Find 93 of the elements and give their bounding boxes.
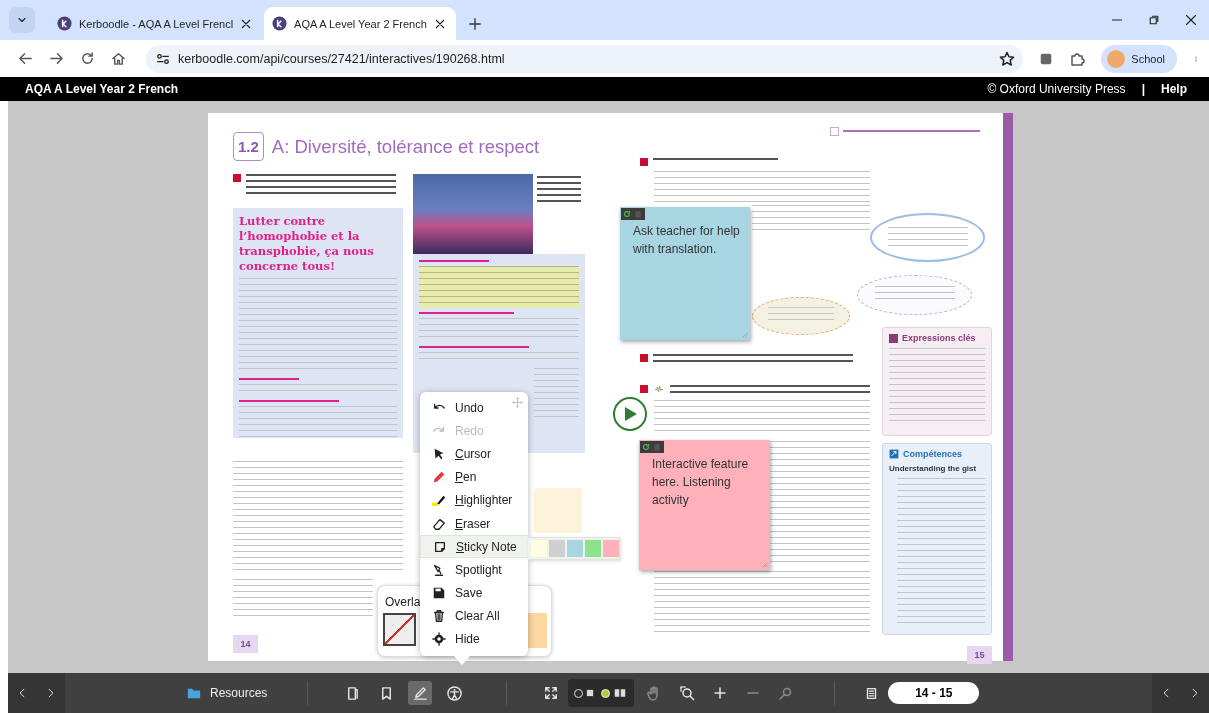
info-box bbox=[534, 488, 582, 533]
activity-marker bbox=[233, 174, 241, 182]
color-swatch[interactable] bbox=[549, 540, 565, 557]
separator-text: | bbox=[1141, 82, 1145, 96]
article-heading: Lutter contre l’homophobie et la transphobie, ça nous concerne tous! bbox=[239, 214, 375, 274]
note-icon bbox=[433, 539, 447, 554]
address-bar[interactable]: kerboodle.com/api/courses/27421/interactives/190268.html bbox=[146, 44, 1024, 73]
site-info-icon[interactable] bbox=[156, 51, 170, 66]
next-icon[interactable] bbox=[1190, 686, 1200, 700]
activity-marker bbox=[640, 158, 648, 166]
home-icon[interactable] bbox=[111, 51, 126, 66]
refresh-icon[interactable] bbox=[623, 210, 631, 218]
resources-button[interactable]: Resources bbox=[187, 686, 268, 700]
note-text: Interactive feature here. Listening activity bbox=[652, 457, 749, 507]
audio-wave-icon bbox=[653, 385, 665, 394]
color-swatch[interactable] bbox=[567, 540, 583, 557]
skills-icon bbox=[889, 449, 899, 459]
menu-item[interactable]: Save bbox=[420, 581, 528, 605]
overlay-swatch[interactable] bbox=[527, 613, 547, 648]
sticky-note[interactable]: Ask teacher for help with translation. bbox=[620, 207, 750, 340]
menu-item[interactable]: Eraser bbox=[420, 511, 528, 536]
gear-icon bbox=[432, 632, 446, 647]
restore-icon[interactable] bbox=[1148, 14, 1160, 26]
app-title: AQA A Level Year 2 French bbox=[25, 82, 179, 96]
section-number: 1.2 bbox=[233, 132, 264, 161]
page-range-field[interactable]: 14 - 15 bbox=[888, 682, 980, 704]
star-icon[interactable] bbox=[999, 50, 1016, 67]
menu-item[interactable]: Pen bbox=[420, 465, 528, 489]
color-swatch[interactable] bbox=[603, 540, 619, 557]
play-icon bbox=[622, 405, 638, 423]
menu-item[interactable]: Highlighter bbox=[420, 488, 528, 512]
menu-item[interactable]: Cursor bbox=[420, 442, 528, 466]
page-title: A: Diversité, tolérance et respect bbox=[271, 135, 540, 158]
panel-title: Overla bbox=[385, 595, 421, 609]
tab-title: Kerboodle - AQA A Level Frencl bbox=[79, 17, 234, 30]
activity-marker bbox=[640, 385, 648, 393]
fullscreen-icon[interactable] bbox=[544, 686, 559, 700]
avatar-icon bbox=[1107, 49, 1126, 68]
box-subheading: Understanding the gist bbox=[889, 464, 978, 473]
single-page-icon bbox=[585, 687, 596, 699]
box-heading: Expressions clés bbox=[902, 333, 976, 343]
save-icon bbox=[432, 586, 446, 601]
resize-grip-icon[interactable] bbox=[760, 560, 768, 568]
previous-icon[interactable] bbox=[1161, 686, 1171, 700]
close-icon[interactable] bbox=[433, 17, 446, 30]
pencil-icon bbox=[432, 470, 446, 485]
text-lines-drawing bbox=[239, 377, 299, 380]
menu-item[interactable]: Clear All bbox=[420, 604, 528, 628]
lamp-icon bbox=[432, 562, 446, 577]
highlighter-icon bbox=[432, 493, 446, 508]
plus-icon[interactable] bbox=[712, 685, 729, 701]
browser-tab[interactable]: AQA A Level Year 2 French bbox=[264, 7, 456, 40]
forward-icon[interactable] bbox=[49, 51, 64, 66]
site-favicon-icon bbox=[272, 16, 288, 31]
close-icon[interactable] bbox=[1185, 14, 1197, 26]
square-icon bbox=[889, 333, 898, 343]
reload-icon[interactable] bbox=[80, 51, 95, 66]
tab-title: AQA A Level Year 2 French bbox=[294, 17, 427, 30]
zoom-area-icon[interactable] bbox=[679, 685, 696, 701]
puzzle-icon[interactable] bbox=[1069, 50, 1086, 67]
box-heading: Compétences bbox=[903, 449, 963, 459]
back-icon[interactable] bbox=[18, 51, 33, 66]
site-favicon-icon bbox=[57, 16, 72, 31]
sticky-note[interactable]: Interactive feature here. Listening activity bbox=[639, 440, 770, 570]
resize-grip-icon[interactable] bbox=[740, 330, 748, 338]
text-lines-drawing bbox=[419, 260, 489, 262]
next-icon[interactable] bbox=[46, 686, 56, 700]
note-text: Ask teacher for help with translation. bbox=[633, 224, 740, 256]
refresh-icon[interactable] bbox=[642, 443, 650, 451]
accessibility-icon bbox=[446, 685, 462, 701]
pencil-icon bbox=[412, 685, 428, 701]
toolbar-button[interactable] bbox=[408, 681, 433, 705]
page-list-icon[interactable] bbox=[865, 686, 879, 700]
browser-tab[interactable]: Kerboodle - AQA A Level Frencl bbox=[49, 7, 263, 40]
profile-button[interactable]: School bbox=[1101, 44, 1177, 73]
copyright-text: © Oxford University Press bbox=[987, 82, 1126, 96]
folder-icon bbox=[187, 686, 201, 700]
no-overlay-swatch[interactable] bbox=[383, 613, 416, 646]
trash-icon bbox=[432, 609, 446, 624]
menu-item[interactable]: Undo bbox=[420, 396, 528, 420]
eraser-icon bbox=[432, 516, 446, 531]
menu-item[interactable]: Hide bbox=[420, 627, 528, 652]
activity-marker bbox=[640, 354, 648, 362]
color-swatch[interactable] bbox=[585, 540, 601, 557]
menu-item[interactable]: Sticky Note bbox=[420, 535, 528, 559]
previous-icon[interactable] bbox=[17, 686, 27, 700]
page-number: 14 bbox=[233, 635, 258, 653]
extension-square-icon[interactable] bbox=[1039, 51, 1054, 66]
menu-item[interactable]: Spotlight bbox=[420, 558, 528, 582]
close-icon[interactable] bbox=[240, 17, 253, 30]
help-link[interactable]: Help bbox=[1161, 82, 1187, 96]
new-tab-icon[interactable] bbox=[467, 17, 482, 31]
page-number: 15 bbox=[967, 646, 992, 664]
